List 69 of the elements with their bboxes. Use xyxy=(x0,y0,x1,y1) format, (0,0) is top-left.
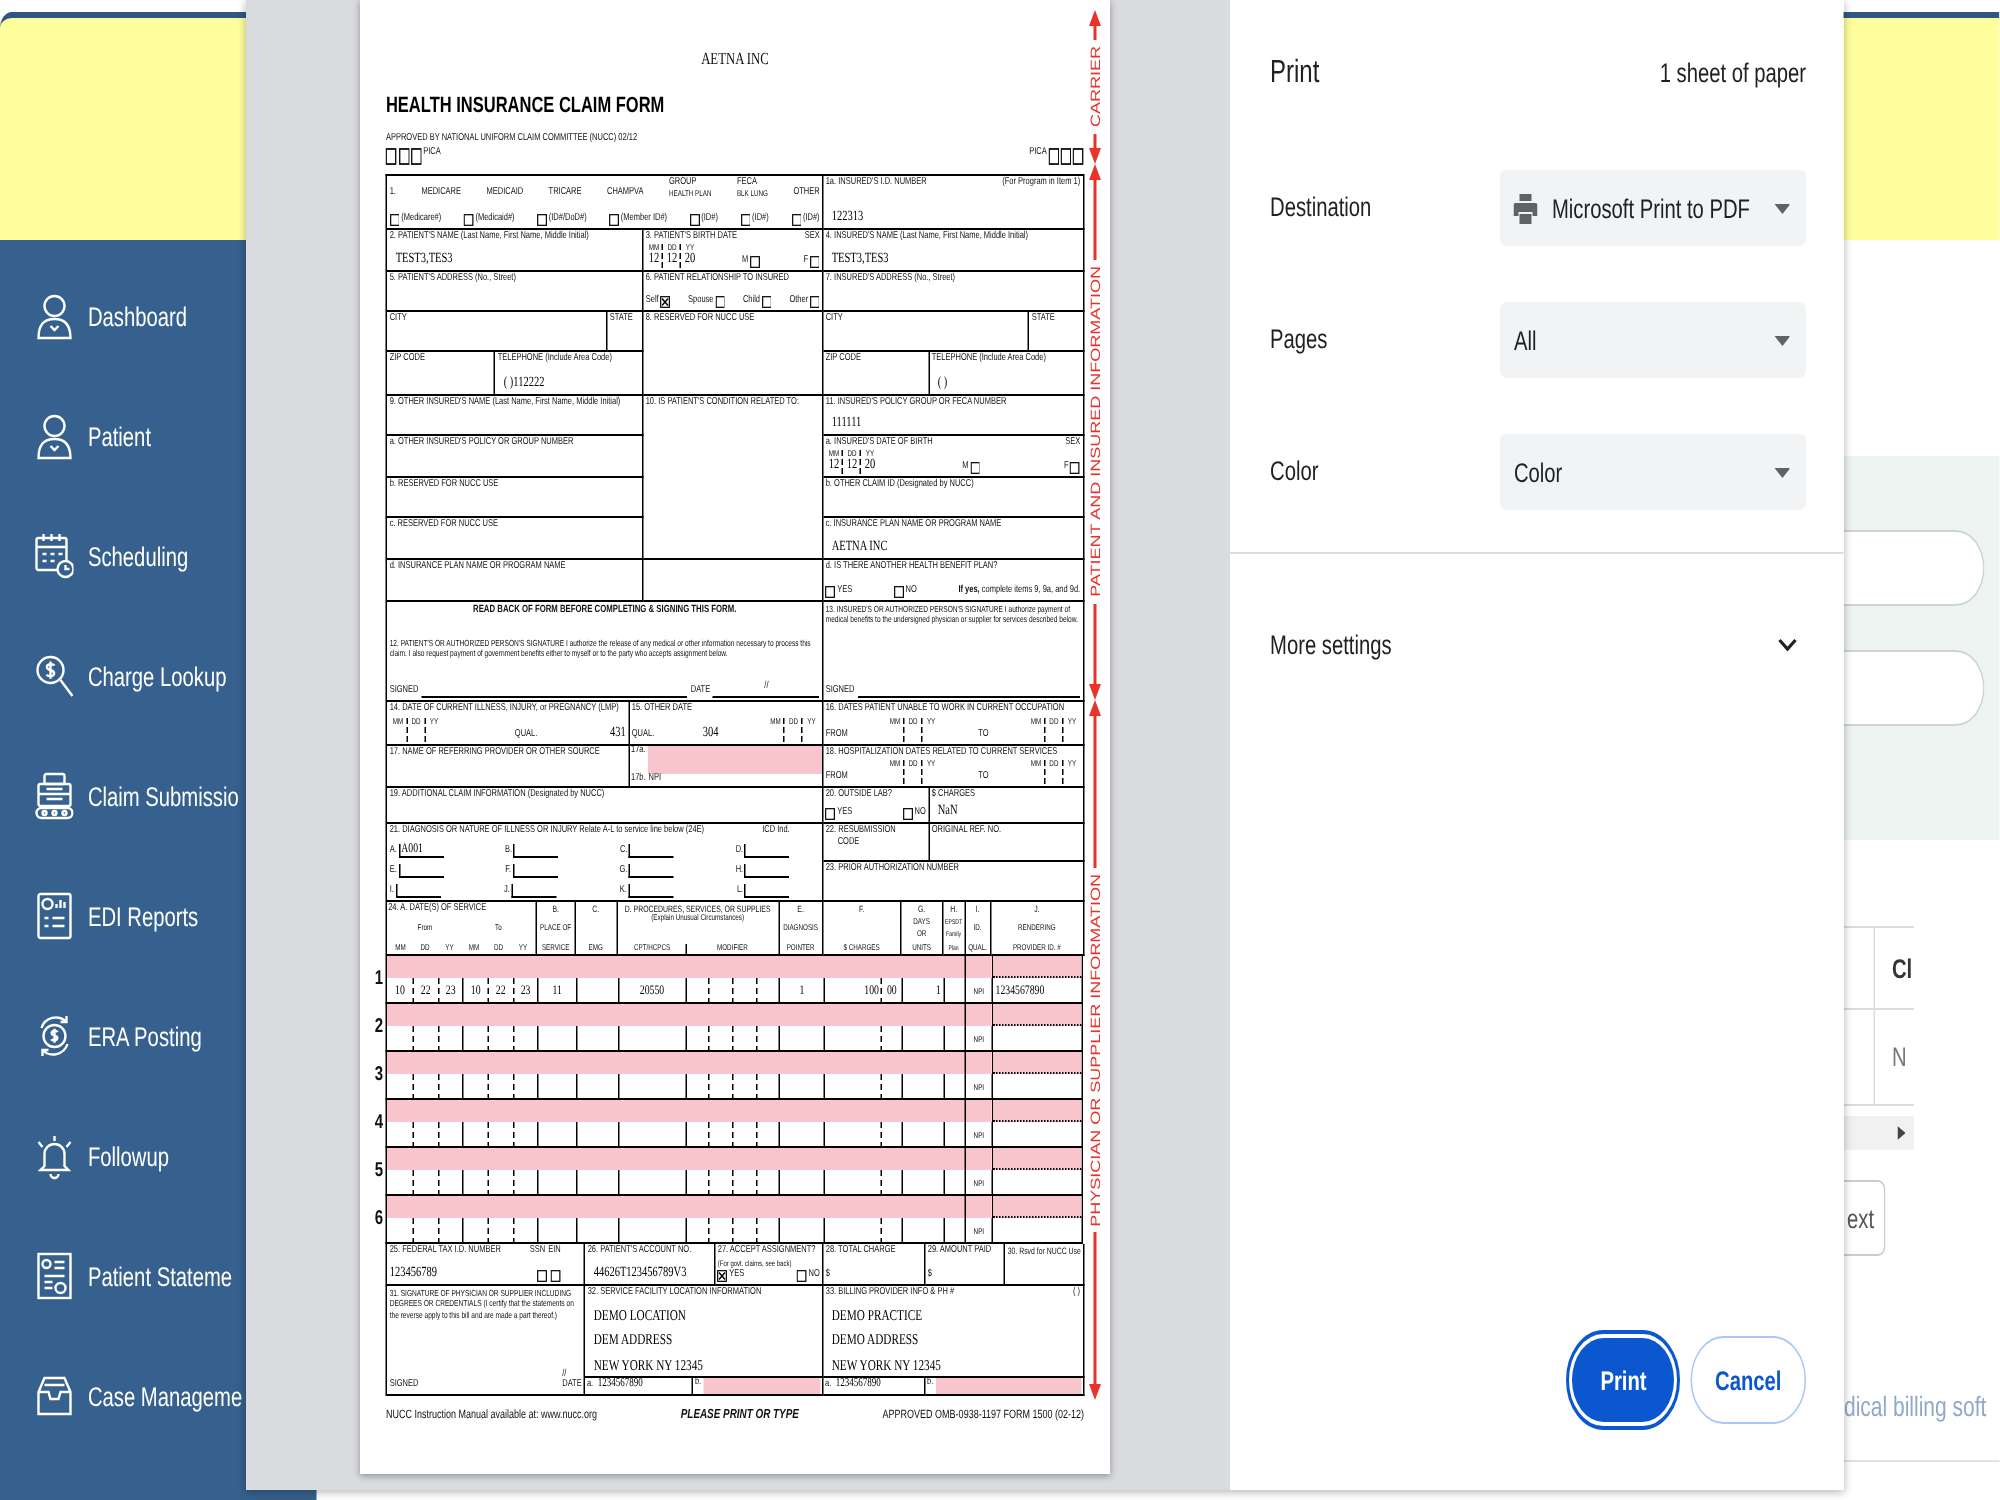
section-label: CARRIER xyxy=(1087,46,1103,128)
footer-text: dical billing soft xyxy=(1844,1388,1987,1424)
line-number: 5 xyxy=(374,1162,384,1182)
sidebar-item[interactable]: EDI Reports xyxy=(0,856,246,976)
line-number: 4 xyxy=(374,1114,384,1134)
diagnosis-field xyxy=(744,863,790,878)
sidebar-item[interactable]: Dashboard xyxy=(0,256,246,376)
dropdown[interactable]: Color xyxy=(1500,434,1806,510)
dropdown-arrow-icon xyxy=(1774,335,1790,345)
arrow-right-icon xyxy=(1897,1126,1906,1140)
sidebar-item[interactable]: Followup xyxy=(0,1096,246,1216)
sidebar-item[interactable]: Patient xyxy=(0,376,246,496)
diagnosis-field xyxy=(513,843,559,858)
input-field[interactable] xyxy=(1844,530,1984,606)
section-label: PHYSICIAN OR SUPPLIER INFORMATION xyxy=(1087,873,1103,1227)
sidebar-item[interactable]: ERA Posting xyxy=(0,976,246,1096)
setting-label: Destination xyxy=(1270,190,1372,226)
chevron-down-icon xyxy=(1778,638,1799,652)
dropdown[interactable]: All xyxy=(1500,302,1806,378)
arrow-down-icon xyxy=(1089,603,1101,701)
dialog-title: Print xyxy=(1270,54,1320,94)
tray-icon xyxy=(34,1372,74,1420)
arrow-down-icon xyxy=(1089,1232,1101,1401)
shaded-field xyxy=(704,1378,821,1394)
dropdown[interactable]: Microsoft Print to PDF xyxy=(1500,170,1806,246)
payer-name: AETNA INC xyxy=(701,48,769,68)
line-number: 3 xyxy=(374,1066,384,1086)
section-label: PATIENT AND INSURED INFORMATION xyxy=(1087,266,1103,598)
dropdown-arrow-icon xyxy=(1774,467,1790,477)
arrow-up-icon xyxy=(1089,10,1101,41)
sidebar-item[interactable]: Patient Stateme xyxy=(0,1216,246,1336)
dollar-cycle-icon xyxy=(34,1012,74,1060)
cancel-button[interactable]: Cancel xyxy=(1690,1336,1806,1424)
arrow-down-icon xyxy=(1089,133,1101,165)
line-number: 2 xyxy=(374,1018,384,1038)
arrow-up-icon xyxy=(1089,164,1101,261)
input-field[interactable] xyxy=(1844,650,1984,726)
person-icon xyxy=(34,292,74,340)
printer-icon xyxy=(1513,193,1538,223)
line-number: 6 xyxy=(374,1210,384,1230)
dollar-search-icon xyxy=(34,652,74,700)
diagnosis-field xyxy=(629,843,675,858)
setting-label: Pages xyxy=(1270,322,1328,358)
bell-icon xyxy=(34,1132,74,1180)
report-icon xyxy=(34,892,74,940)
printer-icon xyxy=(34,772,74,820)
dropdown-arrow-icon xyxy=(1774,203,1790,213)
calendar-clock-icon xyxy=(34,532,74,580)
diagnosis-field xyxy=(398,863,444,878)
column-header: Cl xyxy=(1892,953,1913,983)
sidebar-item[interactable]: Charge Lookup xyxy=(0,616,246,736)
form-title: HEALTH INSURANCE CLAIM FORM xyxy=(385,96,665,118)
line-number: 1 xyxy=(374,970,384,990)
table-cell: N xyxy=(1892,1042,1907,1072)
sidebar-item[interactable]: Scheduling xyxy=(0,496,246,616)
document-icon xyxy=(34,1252,74,1300)
diagnosis-field xyxy=(512,863,558,878)
arrow-up-icon xyxy=(1089,700,1101,868)
more-settings-toggle[interactable]: More settings xyxy=(1270,621,1806,669)
diagnosis-field xyxy=(628,863,674,878)
diagnosis-field xyxy=(744,843,790,858)
sidebar-item[interactable]: Case Manageme xyxy=(0,1336,246,1456)
horizontal-scrollbar[interactable] xyxy=(1844,1116,1915,1150)
print-button[interactable]: Print xyxy=(1566,1330,1681,1430)
pagination-button[interactable]: ext xyxy=(1844,1180,1886,1256)
setting-label: Color xyxy=(1270,454,1319,490)
person-icon xyxy=(34,412,74,460)
sheet-count: 1 sheet of paper xyxy=(1659,56,1806,92)
sidebar-item[interactable]: Claim Submissio xyxy=(0,736,246,856)
